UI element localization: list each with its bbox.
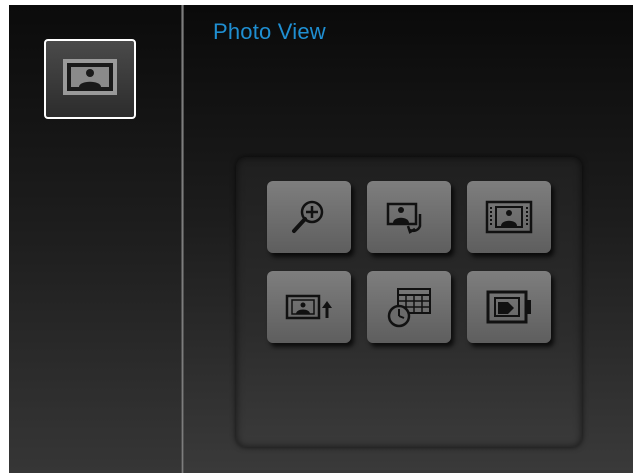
zoom-button[interactable] xyxy=(267,181,351,253)
function-panel xyxy=(236,157,582,447)
calendar-clock-button[interactable] xyxy=(367,271,451,343)
slideshow-button[interactable] xyxy=(267,271,351,343)
page-title: Photo View xyxy=(213,19,326,44)
calendar-clock-icon xyxy=(384,285,434,329)
zoom-icon xyxy=(286,196,332,238)
rotate-button[interactable] xyxy=(367,181,451,253)
slideshow-icon xyxy=(283,286,335,328)
rotate-icon xyxy=(384,196,434,238)
set-wallpaper-button[interactable] xyxy=(467,271,551,343)
fit-to-screen-button[interactable] xyxy=(467,181,551,253)
set-wallpaper-icon xyxy=(484,286,534,328)
fit-to-screen-icon xyxy=(483,196,535,238)
photo-view-screen: Photo View xyxy=(9,5,633,473)
sidebar xyxy=(9,5,181,473)
photo-icon xyxy=(61,57,119,102)
photo-mode-tile[interactable] xyxy=(44,39,136,119)
sidebar-divider xyxy=(181,5,184,473)
